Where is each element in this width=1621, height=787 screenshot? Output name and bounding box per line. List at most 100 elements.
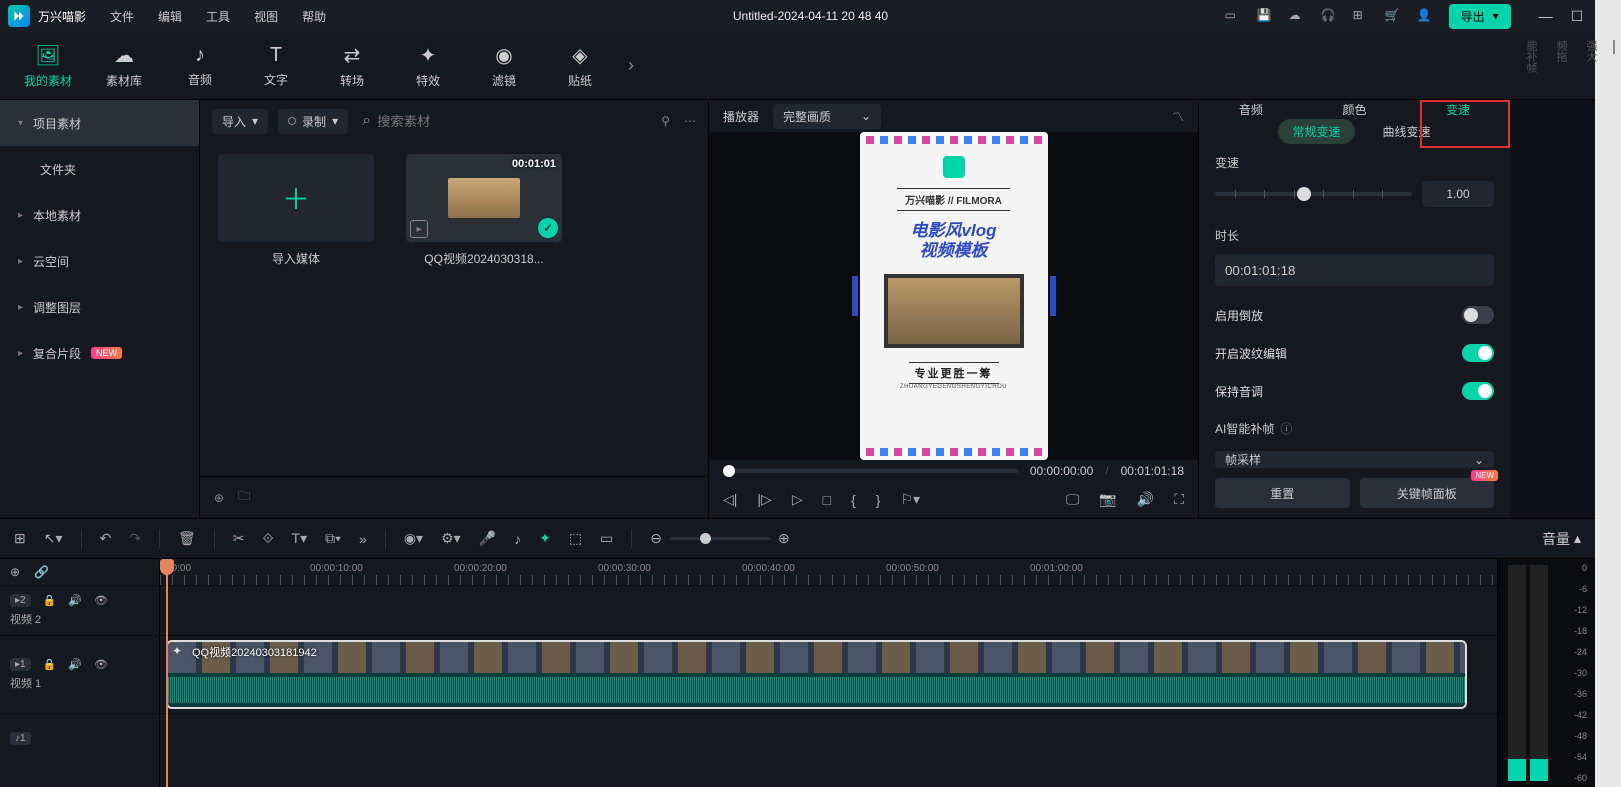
lock-icon[interactable]: 🔒 [43, 594, 57, 607]
info-icon[interactable]: ⓘ [1280, 420, 1292, 437]
device-icon[interactable]: ▭ [1225, 8, 1241, 24]
tab-transition[interactable]: ⇄转场 [320, 43, 384, 89]
more-icon[interactable]: ⋯ [684, 114, 696, 128]
sidebar-item-adjust[interactable]: ▸调整图层 [0, 284, 199, 330]
cursor-icon[interactable]: ↖▾ [44, 530, 63, 547]
media-clip[interactable]: 00:01:01 ▸ ✓ QQ视频2024030318... [406, 154, 562, 464]
ripple-toggle[interactable] [1462, 344, 1494, 362]
quality-dropdown[interactable]: 完整画质⌄ [773, 104, 881, 129]
mute-icon[interactable]: 🔊 [68, 594, 82, 607]
maximize-button[interactable]: ☐ [1571, 8, 1584, 25]
ai-frame-dropdown[interactable]: 帧采样⌄ [1215, 451, 1494, 468]
subtab-curve-speed[interactable]: 曲线变速 [1383, 123, 1431, 140]
track-lane-audio[interactable] [160, 713, 1497, 763]
subtab-uniform-speed[interactable]: 常规变速 [1278, 119, 1354, 144]
pitch-toggle[interactable] [1462, 382, 1494, 400]
cart-icon[interactable]: 🛒 [1385, 8, 1401, 24]
visible-icon[interactable]: 👁 [94, 658, 108, 671]
track-head-audio[interactable]: ♪1 [0, 713, 159, 763]
tab-text[interactable]: T文字 [244, 44, 308, 88]
support-icon[interactable]: 🎧 [1321, 8, 1337, 24]
step-back-icon[interactable]: |▷ [757, 491, 771, 508]
zoom-slider[interactable] [670, 537, 770, 540]
prop-tab-color[interactable]: 颜色 [1303, 100, 1407, 119]
tab-stock[interactable]: ☁素材库 [92, 43, 156, 89]
sidebar-item-folder[interactable]: 文件夹 [0, 146, 199, 192]
export-button[interactable]: 导出▾ [1449, 4, 1511, 29]
menu-view[interactable]: 视图 [254, 8, 278, 25]
mark-out-icon[interactable]: } [876, 492, 881, 508]
reset-button[interactable]: 重置 [1215, 478, 1350, 508]
tab-filter[interactable]: ◉滤镜 [472, 43, 536, 89]
visible-icon[interactable]: 👁 [94, 594, 108, 607]
zoom-out-icon[interactable]: ⊖ [650, 530, 662, 547]
time-ruler[interactable]: 00:00 00:00:10:00 00:00:20:00 00:00:30:0… [160, 559, 1497, 585]
sidebar-item-compound[interactable]: ▸复合片段NEW [0, 330, 199, 376]
snapshot-icon[interactable]: 📷 [1099, 491, 1116, 508]
timeline-clip[interactable]: ✦ QQ视频20240303181942 [166, 640, 1467, 709]
tab-audio[interactable]: ♪音频 [168, 44, 232, 88]
track-lane-video1[interactable]: ✦ QQ视频20240303181942 [160, 635, 1497, 713]
fullscreen-icon[interactable]: ⛶ [1174, 491, 1184, 508]
sidebar-item-local[interactable]: ▸本地素材 [0, 192, 199, 238]
cloud-icon[interactable]: ☁ [1289, 8, 1305, 24]
tab-my-media[interactable]: 🖼我的素材 [16, 43, 80, 89]
tabs-more-icon[interactable]: › [628, 55, 634, 76]
prop-tab-audio[interactable]: 音频 [1199, 100, 1303, 119]
zoom-in-icon[interactable]: ⊕ [778, 530, 790, 547]
speed-slider[interactable] [1215, 192, 1412, 196]
add-track-icon[interactable]: ⊕ [10, 565, 20, 579]
marker-icon[interactable]: ✦ [539, 530, 551, 547]
menu-help[interactable]: 帮助 [302, 8, 326, 25]
link-icon[interactable]: 🔗 [34, 565, 49, 579]
menu-tools[interactable]: 工具 [206, 8, 230, 25]
copy-icon[interactable]: ⧉▾ [325, 530, 341, 547]
undo-icon[interactable]: ↶ [100, 530, 112, 547]
scrub-track[interactable] [723, 469, 1018, 473]
menu-edit[interactable]: 编辑 [158, 8, 182, 25]
track-lane-video2[interactable] [160, 585, 1497, 635]
lock-icon[interactable]: 🔒 [43, 658, 57, 671]
import-dropdown[interactable]: 导入▾ [212, 109, 268, 134]
record-dropdown[interactable]: 录制▾ [278, 109, 348, 134]
track-head-video2[interactable]: ▸2🔒🔊👁 视频 2 [0, 585, 159, 635]
tab-fx[interactable]: ✦特效 [396, 43, 460, 89]
keyframe-panel-button[interactable]: 关键帧面板NEW [1360, 478, 1495, 508]
mute-icon[interactable]: 🔊 [68, 658, 82, 671]
apps-icon[interactable]: ⊞ [1353, 8, 1369, 24]
more-tools-icon[interactable]: » [359, 531, 367, 547]
mic-icon[interactable]: 🎤 [479, 530, 496, 547]
audio-icon[interactable]: 🔊 [1137, 491, 1154, 508]
sidebar-item-project[interactable]: ▾项目素材 [0, 100, 199, 146]
color-wheel-icon[interactable]: ◉▾ [404, 530, 423, 547]
search-input[interactable] [377, 114, 487, 129]
audio-tool-icon[interactable]: ♪ [514, 531, 521, 547]
crop-icon[interactable]: ⟐ [262, 530, 273, 547]
filter-icon[interactable]: ⚲ [661, 114, 670, 128]
mark-in-icon[interactable]: { [851, 492, 856, 508]
delete-icon[interactable]: 🗑 [178, 530, 196, 547]
text-tool-icon[interactable]: T▾ [292, 530, 308, 547]
marker-dd-icon[interactable]: ⚐▾ [900, 491, 920, 508]
display-icon[interactable]: 🖵 [1066, 491, 1080, 508]
track-area[interactable]: 00:00 00:00:10:00 00:00:20:00 00:00:30:0… [160, 559, 1497, 787]
new-bin-icon[interactable]: ⊕ [214, 491, 224, 505]
render-icon[interactable]: ⬚ [569, 530, 582, 547]
cut-icon[interactable]: ✂ [233, 530, 245, 547]
play-icon[interactable]: ▷ [792, 491, 803, 508]
speed-value[interactable]: 1.00 [1422, 181, 1494, 207]
redo-icon[interactable]: ↷ [129, 530, 141, 547]
aspect-icon[interactable]: ▭ [600, 530, 613, 547]
account-icon[interactable]: 👤 [1417, 8, 1433, 24]
scrub-knob[interactable] [723, 465, 735, 477]
track-head-video1[interactable]: ▸1🔒🔊👁 视频 1 [0, 635, 159, 713]
slider-knob[interactable] [1297, 187, 1311, 201]
save-icon[interactable]: 💾 [1257, 8, 1273, 24]
adjust-icon[interactable]: ⚙▾ [441, 530, 461, 547]
reverse-toggle[interactable] [1462, 306, 1494, 324]
playhead[interactable] [166, 559, 168, 787]
preview-viewport[interactable]: 万兴喵影 // FILMORA 电影风vlog视频模板 专业更胜一筹 ZHUAN… [709, 132, 1198, 460]
prev-clip-icon[interactable]: ◁| [723, 491, 737, 508]
sidebar-item-cloud[interactable]: ▸云空间 [0, 238, 199, 284]
minimize-button[interactable]: — [1539, 8, 1553, 25]
